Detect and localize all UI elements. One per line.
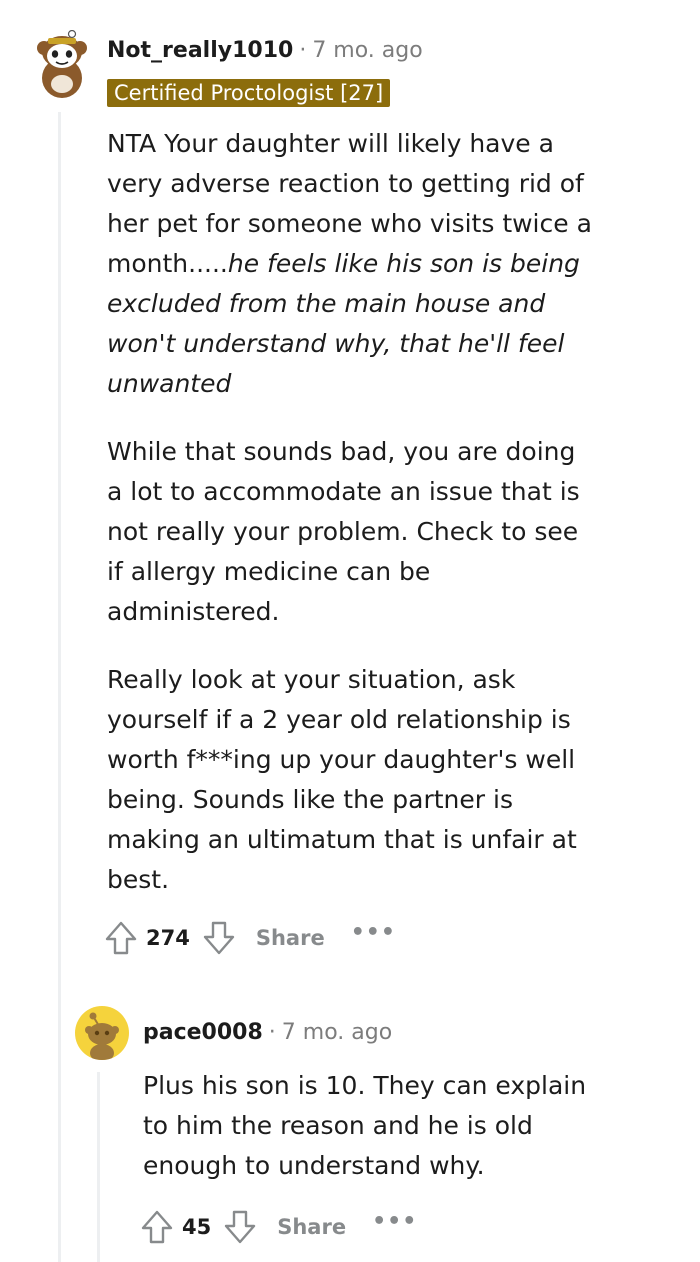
comment-actions: 45 Share ••• — [140, 1209, 417, 1245]
comment-paragraph: While that sounds bad, you are doing a l… — [107, 437, 580, 626]
separator-dot: · — [299, 38, 307, 63]
snoo-avatar-icon — [85, 1012, 119, 1060]
user-flair: Certified Proctologist [27] — [107, 79, 391, 107]
username-link[interactable]: pace0008 — [143, 1020, 263, 1045]
vote-score: 45 — [182, 1215, 212, 1239]
comment-paragraph: NTA Your daughter will likely have a ver… — [107, 124, 597, 404]
downvote-arrow-icon[interactable] — [223, 1209, 257, 1245]
upvote-arrow-icon[interactable] — [140, 1209, 174, 1245]
thread-line-reply[interactable] — [97, 1072, 100, 1262]
upvote-arrow-icon[interactable] — [104, 920, 138, 956]
user-avatar[interactable] — [75, 1006, 129, 1060]
username-link[interactable]: Not_really1010 — [107, 38, 293, 63]
comment-body: NTA Your daughter will likely have a ver… — [107, 124, 597, 928]
thread-line[interactable] — [58, 112, 61, 1262]
user-avatar[interactable] — [34, 30, 90, 98]
vote-score: 274 — [146, 926, 190, 950]
share-button[interactable]: Share — [256, 926, 325, 950]
timestamp[interactable]: 7 mo. ago — [282, 1020, 392, 1045]
downvote-arrow-icon[interactable] — [202, 920, 236, 956]
timestamp[interactable]: 7 mo. ago — [312, 38, 422, 63]
separator-dot: · — [268, 1020, 276, 1045]
comment-meta: pace0008 · 7 mo. ago — [143, 1020, 392, 1045]
share-button[interactable]: Share — [277, 1215, 346, 1239]
comment-actions: 274 Share ••• — [104, 920, 396, 956]
snoo-bear-avatar-icon — [37, 30, 87, 98]
comment-paragraph: Really look at your situation, ask yours… — [107, 665, 577, 894]
comment-meta: Not_really1010 · 7 mo. ago — [107, 38, 423, 63]
more-options-icon[interactable]: ••• — [372, 1209, 417, 1234]
comment-paragraph: Plus his son is 10. They can explain to … — [143, 1071, 587, 1180]
more-options-icon[interactable]: ••• — [351, 920, 396, 945]
comment-body: Plus his son is 10. They can explain to … — [143, 1066, 593, 1214]
